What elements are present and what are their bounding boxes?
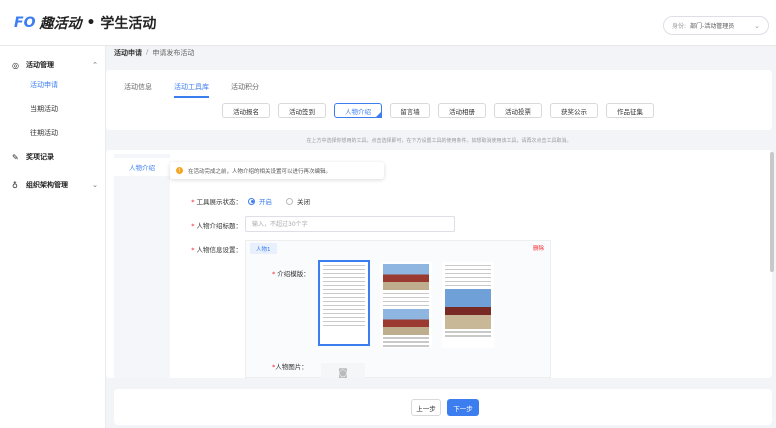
info-label: * 人物信息设置：	[162, 244, 242, 254]
camera-icon: ◙	[338, 367, 348, 379]
tool-award-announce-button[interactable]: 获奖公示	[550, 103, 598, 118]
info-label-text: 人物信息设置：	[196, 246, 243, 254]
tool-hint: 在上方中选择你想用的工具，点击选择即可，在下方设置工具的使用条件。如想取消使用该…	[306, 138, 572, 144]
image-label: *人物图片：	[272, 361, 308, 371]
status-on-radio[interactable]: 开启	[248, 196, 272, 206]
sidebar-item-past[interactable]: 往期活动	[30, 128, 58, 138]
role-selector[interactable]: 身份: 部门-活动管理员 ⌄	[663, 16, 769, 35]
radio-dot	[286, 197, 293, 205]
brand-name: 趣活动	[39, 16, 82, 32]
required-mark: *	[191, 222, 195, 230]
selected-corner-icon	[375, 111, 382, 118]
template-image	[383, 308, 429, 335]
tool-checkin-button[interactable]: 活动签到	[278, 103, 326, 118]
prev-step-button[interactable]: 上一步	[411, 399, 441, 416]
template-image	[445, 288, 491, 329]
breadcrumb-leaf: 申请发布活动	[152, 49, 195, 57]
sidebar-group-label: 活动管理	[26, 61, 54, 69]
template-label-text: 介绍模版：	[277, 270, 310, 278]
tool-person-intro-button[interactable]: 人物介绍	[334, 103, 382, 118]
role-value: 部门-活动管理员	[690, 23, 735, 30]
radio-label: 关闭	[297, 198, 310, 206]
sidebar-group-activity[interactable]: ◎ 活动管理 ⌃	[12, 60, 98, 70]
sidebar-item-current[interactable]: 当期活动	[30, 104, 58, 114]
template-option-3[interactable]	[442, 262, 494, 348]
tab-activity-info[interactable]: 活动信息	[124, 82, 152, 98]
vtab-person-intro[interactable]: 人物介绍	[114, 158, 170, 176]
next-step-button[interactable]: 下一步	[447, 399, 479, 416]
role-label: 身份:	[672, 23, 687, 30]
tool-submission-button[interactable]: 作品征集	[606, 103, 654, 118]
tool-album-button[interactable]: 活动相册	[438, 103, 486, 118]
sidebar-item-apply[interactable]: 活动申请	[30, 80, 58, 90]
chevron-down-icon: ⌄	[92, 181, 98, 189]
image-label-text: 人物图片：	[275, 363, 308, 371]
status-off-radio[interactable]: 关闭	[286, 196, 310, 206]
title-label-text: 人物介绍标题：	[196, 222, 243, 230]
template-label: * 介绍模版：	[272, 268, 310, 278]
tab-bar: 活动信息 活动工具库 活动积分	[124, 82, 259, 98]
settings-card: 人物介绍 ! 在活动完成之前，人物介绍的相关设置可以进行再次编辑。 * 工具展示状…	[106, 150, 772, 378]
breadcrumb-separator: /	[146, 48, 149, 56]
person-tab[interactable]: 人物1	[250, 243, 277, 254]
sidebar-group-award[interactable]: ✎ 奖项记录	[12, 152, 98, 162]
tool-vote-button[interactable]: 活动投票	[494, 103, 542, 118]
chevron-down-icon: ⌄	[754, 21, 760, 30]
intro-title-input[interactable]	[245, 216, 455, 232]
app-title: 学生活动	[100, 16, 157, 32]
tool-message-wall-button[interactable]: 留言墙	[390, 103, 430, 118]
top-bar: FO 趣活动 • 学生活动 身份: 部门-活动管理员 ⌄	[0, 0, 776, 46]
radio-label: 开启	[259, 198, 272, 206]
notice-text: 在活动完成之前，人物介绍的相关设置可以进行再次编辑。	[188, 168, 332, 175]
footer-bar: 上一步 下一步	[114, 389, 772, 425]
breadcrumb-current[interactable]: 活动申请	[114, 48, 142, 58]
sidebar-group-org[interactable]: ♁ 组织架构管理 ⌄	[12, 180, 98, 190]
org-icon: ♁	[12, 180, 18, 190]
scrollbar[interactable]	[770, 152, 774, 272]
chevron-up-icon: ⌃	[92, 61, 98, 69]
template-option-2[interactable]	[380, 262, 432, 348]
delete-button[interactable]: 删除	[533, 244, 544, 252]
sidebar: ◎ 活动管理 ⌃ 活动申请 当期活动 往期活动 ✎ 奖项记录 ♁ 组织架构管理 …	[0, 46, 106, 428]
sidebar-group-label: 奖项记录	[26, 153, 54, 161]
title-label: * 人物介绍标题：	[162, 220, 242, 230]
template-option-1[interactable]	[318, 260, 370, 346]
tool-label: 人物介绍	[345, 107, 371, 116]
warning-icon: !	[176, 167, 183, 174]
sidebar-group-label: 组织架构管理	[26, 181, 68, 189]
award-icon: ✎	[12, 152, 19, 162]
tab-tool-library[interactable]: 活动工具库	[174, 82, 209, 98]
vertical-tabs: 人物介绍	[114, 154, 170, 378]
app-logo[interactable]: FO 趣活动 • 学生活动	[14, 13, 156, 33]
logo-mark: FO	[14, 15, 36, 31]
required-mark: *	[191, 198, 195, 206]
tool-library-card: 活动信息 活动工具库 活动积分 活动报名 活动签到 人物介绍 留言墙 活动相册 …	[106, 70, 772, 130]
title-separator: •	[86, 15, 96, 31]
required-mark: *	[191, 246, 195, 254]
template-image	[383, 264, 429, 290]
status-label-text: 工具展示状态：	[196, 198, 243, 206]
tab-points[interactable]: 活动积分	[231, 82, 259, 98]
activity-icon: ◎	[12, 60, 19, 70]
status-label: * 工具展示状态：	[162, 196, 242, 206]
image-upload-button[interactable]: ◙	[321, 363, 365, 378]
breadcrumb: 活动申请 / 申请发布活动	[114, 48, 194, 58]
tool-list: 活动报名 活动签到 人物介绍 留言墙 活动相册 活动投票 获奖公示 作品征集	[222, 103, 654, 118]
edit-notice: ! 在活动完成之前，人物介绍的相关设置可以进行再次编辑。	[170, 162, 384, 179]
radio-dot	[248, 197, 255, 205]
tool-signup-button[interactable]: 活动报名	[222, 103, 270, 118]
